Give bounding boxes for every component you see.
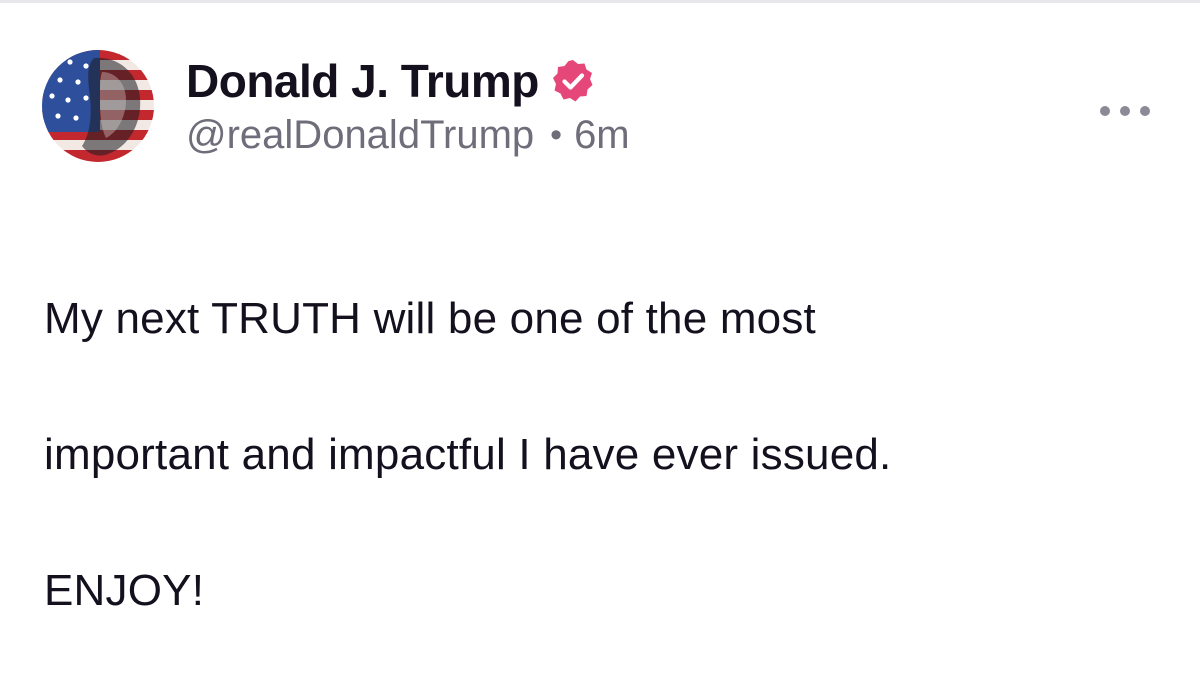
post-content: My next TRUTH will be one of the most im… (44, 217, 1164, 693)
post-timestamp[interactable]: 6m (574, 113, 630, 158)
meta-separator: • (550, 116, 563, 154)
more-dot (1140, 106, 1150, 116)
more-dot (1120, 106, 1130, 116)
author-handle[interactable]: @realDonaldTrump (186, 113, 534, 158)
post-content-line: important and impactful I have ever issu… (44, 430, 892, 479)
author-info: Donald J. Trump @realDonaldTrump • 6m (186, 53, 630, 158)
name-row: Donald J. Trump (186, 53, 630, 109)
post-content-line: My next TRUTH will be one of the most (44, 294, 816, 343)
more-dot (1100, 106, 1110, 116)
more-options-icon[interactable] (1100, 96, 1150, 126)
avatar-image (42, 50, 154, 162)
avatar[interactable] (42, 50, 154, 162)
truth-post: Donald J. Trump @realDonaldTrump • 6m My… (0, 3, 1200, 615)
meta-row: @realDonaldTrump • 6m (186, 113, 630, 158)
post-content-line: ENJOY! (44, 566, 205, 615)
author-display-name[interactable]: Donald J. Trump (186, 54, 539, 108)
verified-badge-icon (549, 57, 597, 105)
